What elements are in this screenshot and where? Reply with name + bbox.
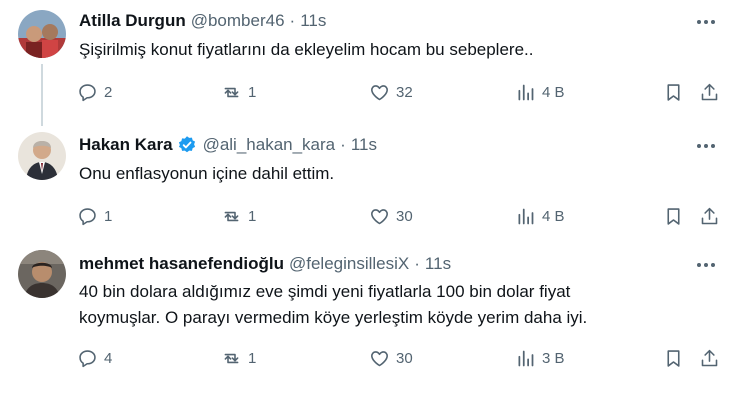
tweet-2[interactable]: Hakan Kara @ali_hakan_kara · 11s Onu enf… [0, 120, 730, 238]
views-button[interactable]: 3 B [515, 344, 565, 372]
bookmark-button[interactable] [663, 202, 684, 230]
views-icon [518, 350, 534, 366]
separator-dot: · [340, 135, 346, 154]
tweet-3[interactable]: mehmet hasanefendioğlu @feleginsillesiX … [0, 238, 730, 420]
views-count: 4 B [542, 83, 565, 101]
retweet-button[interactable]: 1 [221, 344, 256, 372]
user-handle[interactable]: @feleginsillesiX [289, 254, 409, 274]
reply-icon [79, 83, 96, 101]
separator-dot: · [289, 11, 296, 30]
views-icon [518, 84, 534, 100]
share-icon [701, 349, 718, 366]
bookmark-button[interactable] [663, 344, 684, 372]
retweet-icon [224, 211, 239, 221]
tweet-text-line-1: 40 bin dolara aldığımız eve şimdi yeni f… [79, 282, 571, 301]
display-name[interactable]: Atilla Durgun [79, 11, 186, 31]
more-icon[interactable] [694, 136, 718, 156]
reply-count: 4 [104, 349, 113, 367]
reply-count: 2 [104, 83, 113, 101]
tweet-text-line-2: koymuşlar. O parayı vermedim köye yerleş… [79, 308, 588, 327]
avatar[interactable] [18, 250, 66, 298]
share-button[interactable] [699, 202, 720, 230]
retweet-button[interactable]: 1 [221, 202, 256, 230]
reply-count: 1 [104, 207, 113, 225]
bookmark-icon [667, 83, 680, 101]
action-bar: 4 1 30 3 B [77, 344, 723, 372]
reply-button[interactable]: 4 [77, 344, 112, 372]
bookmark-icon [667, 207, 680, 225]
reply-icon [79, 207, 96, 225]
user-handle[interactable]: @ali_hakan_kara [203, 135, 336, 155]
like-icon [371, 208, 388, 224]
views-count: 4 B [542, 207, 565, 225]
like-count: 30 [396, 207, 413, 225]
retweet-count: 1 [248, 83, 257, 101]
bookmark-icon [667, 349, 680, 367]
reply-button[interactable]: 2 [77, 78, 112, 106]
user-handle[interactable]: @bomber46 [191, 11, 285, 31]
tweet-text: Şişirilmiş konut fiyatlarını da ekleyeli… [79, 40, 534, 59]
views-count: 3 B [542, 349, 565, 367]
more-icon[interactable] [694, 255, 718, 275]
like-count: 32 [396, 83, 413, 101]
share-icon [701, 207, 718, 224]
separator-dot: · [414, 254, 420, 273]
share-icon [701, 83, 718, 100]
display-name[interactable]: Hakan Kara [79, 135, 173, 155]
reply-icon [79, 349, 96, 367]
retweet-button[interactable]: 1 [221, 78, 256, 106]
verified-badge-icon [177, 135, 197, 155]
more-icon[interactable] [694, 12, 718, 32]
retweet-count: 1 [248, 207, 257, 225]
share-button[interactable] [699, 344, 720, 372]
like-count: 30 [396, 349, 413, 367]
retweet-icon [224, 87, 239, 97]
like-button[interactable]: 30 [369, 344, 413, 372]
tweet-header: Atilla Durgun @bomber46 · 11s [79, 10, 326, 32]
views-button[interactable]: 4 B [515, 202, 565, 230]
tweet-text: 40 bin dolara aldığımız eve şimdi yeni f… [79, 279, 709, 331]
like-button[interactable]: 32 [369, 78, 413, 106]
retweet-count: 1 [248, 349, 257, 367]
avatar[interactable] [18, 10, 66, 58]
avatar[interactable] [18, 132, 66, 180]
like-icon [371, 350, 388, 366]
tweet-header: Hakan Kara @ali_hakan_kara · 11s [79, 134, 377, 156]
views-icon [518, 208, 534, 224]
reply-button[interactable]: 1 [77, 202, 112, 230]
like-icon [371, 84, 388, 100]
share-button[interactable] [699, 78, 720, 106]
tweet-header: mehmet hasanefendioğlu @feleginsillesiX … [79, 253, 451, 275]
timestamp[interactable]: 11s [351, 135, 377, 155]
retweet-icon [224, 353, 239, 363]
display-name[interactable]: mehmet hasanefendioğlu [79, 254, 284, 274]
views-button[interactable]: 4 B [515, 78, 565, 106]
timestamp[interactable]: 11s [300, 11, 326, 31]
timestamp[interactable]: 11s [425, 254, 451, 274]
tweet-text: Onu enflasyonun içine dahil ettim. [79, 164, 335, 183]
action-bar: 2 1 32 4 B [77, 78, 723, 106]
like-button[interactable]: 30 [369, 202, 413, 230]
bookmark-button[interactable] [663, 78, 684, 106]
action-bar: 1 1 30 4 B [77, 202, 723, 230]
thread-connector [41, 64, 43, 126]
tweet-1[interactable]: Atilla Durgun @bomber46 · 11s Şişirilmiş… [0, 0, 730, 126]
